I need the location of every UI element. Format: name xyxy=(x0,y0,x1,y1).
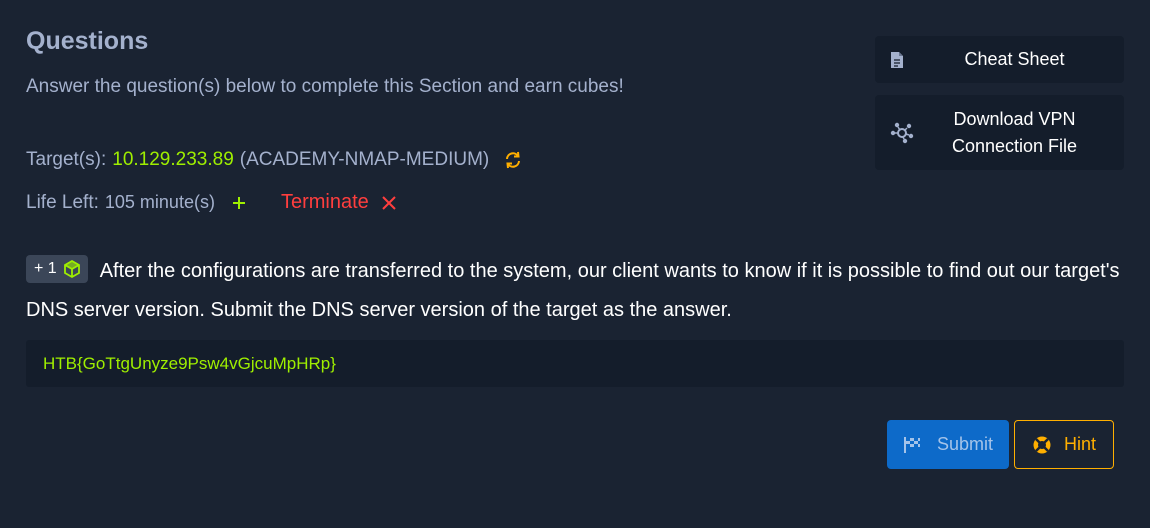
life-label: Life Left: xyxy=(26,191,99,213)
vpn-label-line2: Connection File xyxy=(951,135,1078,156)
page-subtitle: Answer the question(s) below to complete… xyxy=(26,76,624,97)
refresh-icon[interactable] xyxy=(503,150,523,170)
hint-label: Hint xyxy=(1063,434,1096,454)
document-icon xyxy=(889,51,905,69)
page-title: Questions xyxy=(26,27,149,55)
badge-text: + 1 xyxy=(34,260,57,278)
submit-button[interactable]: Submit xyxy=(887,420,1009,469)
target-ip: 10.129.233.89 xyxy=(112,149,234,170)
cube-reward-badge: + 1 xyxy=(26,254,88,283)
submit-label: Submit xyxy=(936,434,994,454)
plus-icon[interactable] xyxy=(229,195,249,211)
question-block: + 1 After the configurations are transfe… xyxy=(26,252,1126,330)
download-vpn-button[interactable]: Download VPN Connection File xyxy=(875,95,1124,170)
cheat-sheet-label: Cheat Sheet xyxy=(964,49,1065,69)
flag-icon xyxy=(903,436,923,454)
lifebuoy-icon xyxy=(1032,435,1052,455)
questions-panel: Questions Answer the question(s) below t… xyxy=(0,0,1150,528)
answer-input[interactable] xyxy=(26,340,1124,387)
life-value: 105 minute(s) xyxy=(104,192,215,212)
target-name: (ACADEMY-NMAP-MEDIUM) xyxy=(239,149,490,170)
terminate-button[interactable]: Terminate xyxy=(281,191,369,214)
life-row: Life Left: 105 minute(s) Terminate xyxy=(26,191,397,214)
question-text: After the configurations are transferred… xyxy=(26,260,1120,321)
vpn-label-line1: Download VPN xyxy=(953,108,1076,129)
cube-icon xyxy=(62,259,82,279)
target-label: Target(s): xyxy=(26,149,107,170)
cheat-sheet-button[interactable]: Cheat Sheet xyxy=(875,36,1124,83)
hint-button[interactable]: Hint xyxy=(1014,420,1114,469)
target-row: Target(s): 10.129.233.89 (ACADEMY-NMAP-M… xyxy=(26,149,523,171)
network-icon xyxy=(889,122,915,144)
x-icon[interactable] xyxy=(381,195,397,211)
